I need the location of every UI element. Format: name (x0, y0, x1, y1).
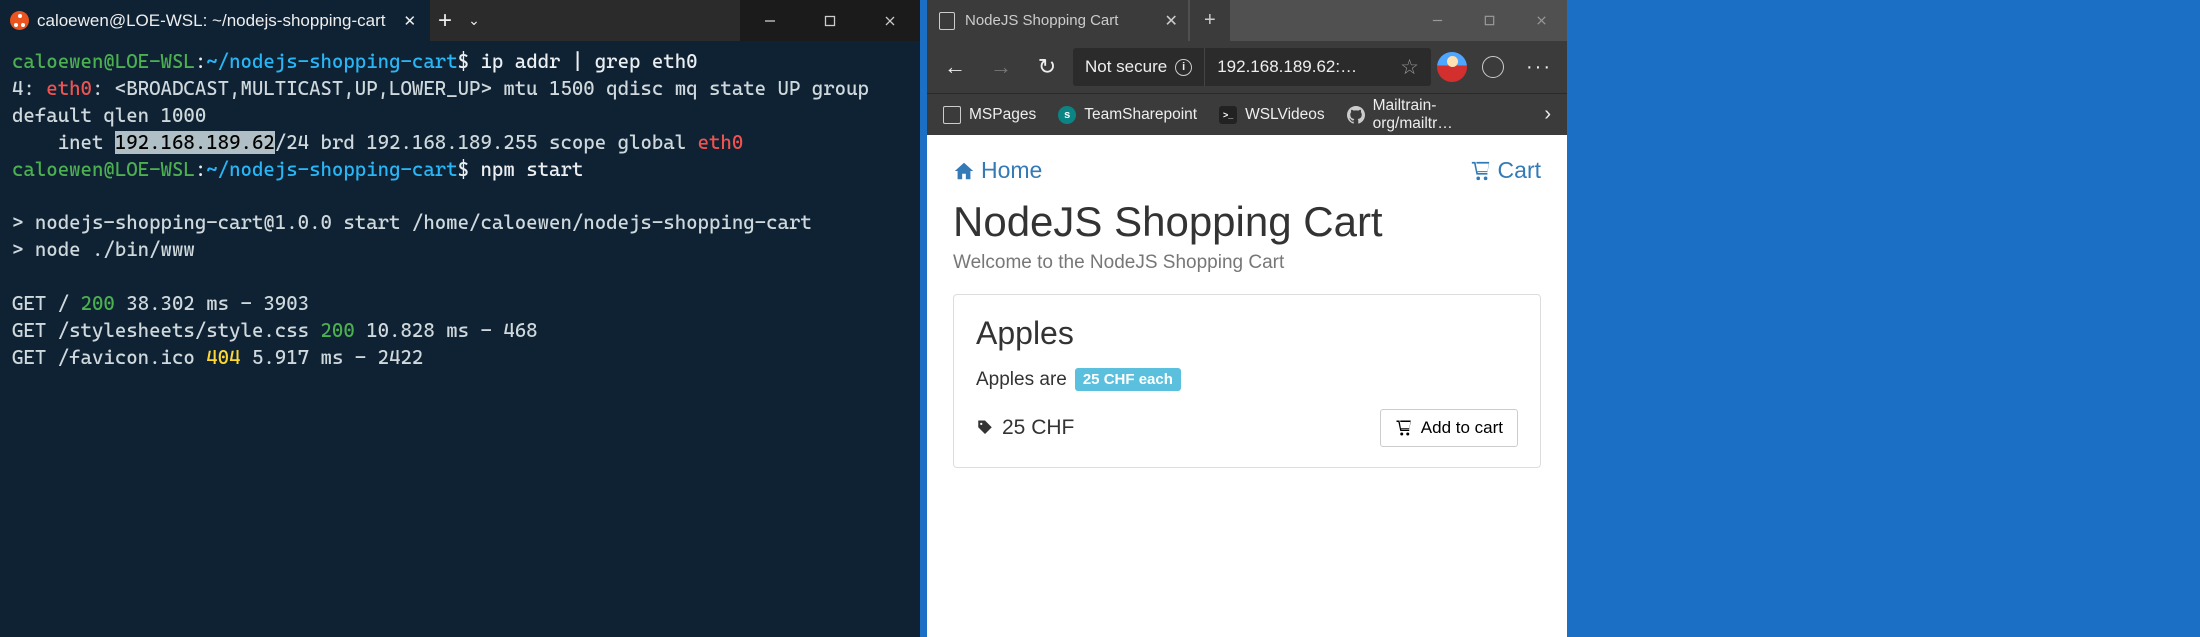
page-viewport[interactable]: Home Cart NodeJS Shopping Cart Welcome t… (927, 135, 1567, 637)
product-description: Apples are 25 CHF each (976, 368, 1518, 391)
page-icon (939, 12, 955, 30)
folder-icon (943, 106, 961, 124)
tab-dropdown-button[interactable]: ⌄ (468, 12, 480, 29)
feedback-button[interactable] (1473, 47, 1513, 87)
window-controls (740, 0, 920, 41)
terminal-titlebar: caloewen@LOE-WSL: ~/nodejs-shopping-cart… (0, 0, 920, 41)
terminal-tab-title: caloewen@LOE-WSL: ~/nodejs-shopping-cart (37, 11, 385, 31)
cart-link[interactable]: Cart (1470, 157, 1541, 184)
reload-button[interactable]: ↻ (1027, 47, 1067, 87)
add-to-cart-button[interactable]: Add to cart (1380, 409, 1518, 447)
new-tab-button[interactable]: + (1190, 0, 1230, 41)
security-badge[interactable]: Not secure i (1073, 48, 1205, 86)
maximize-button[interactable] (800, 0, 860, 41)
sharepoint-icon: s (1058, 106, 1076, 124)
product-card: Apples Apples are 25 CHF each 25 CHF Add… (953, 294, 1541, 468)
bookmarks-overflow-button[interactable]: › (1536, 103, 1559, 126)
menu-button[interactable]: ··· (1519, 47, 1559, 87)
window-controls (1411, 0, 1567, 41)
tag-icon (976, 419, 994, 437)
product-name: Apples (976, 315, 1518, 352)
tab-close-button[interactable]: ✕ (1164, 11, 1177, 31)
bookmark-mailtrain[interactable]: Mailtrain-org/mailtr… (1339, 97, 1525, 133)
browser-titlebar: NodeJS Shopping Cart ✕ + (927, 0, 1567, 41)
github-icon (1347, 106, 1365, 124)
profile-avatar[interactable] (1437, 52, 1467, 82)
forward-button[interactable]: → (981, 47, 1021, 87)
bookmarks-bar: MSPages sTeamSharepoint >_WSLVideos Mail… (927, 93, 1567, 135)
cart-icon (1470, 160, 1492, 182)
browser-tab[interactable]: NodeJS Shopping Cart ✕ (927, 0, 1188, 41)
favorite-button[interactable]: ☆ (1400, 55, 1419, 80)
page-content: Home Cart NodeJS Shopping Cart Welcome t… (927, 135, 1567, 490)
terminal-body[interactable]: caloewen@LOE-WSL:~/nodejs-shopping-cart$… (0, 41, 920, 637)
product-price: 25 CHF (976, 416, 1074, 440)
page-navbar: Home Cart (953, 157, 1541, 184)
smile-icon (1482, 56, 1504, 78)
browser-window: NodeJS Shopping Cart ✕ + ← → ↻ Not secur… (927, 0, 1567, 637)
browser-tab-title: NodeJS Shopping Cart (965, 12, 1118, 29)
ubuntu-icon (10, 11, 29, 30)
address-bar[interactable]: Not secure i 192.168.189.62:… ☆ (1073, 48, 1431, 86)
price-badge: 25 CHF each (1075, 368, 1181, 391)
terminal-tab[interactable]: caloewen@LOE-WSL: ~/nodejs-shopping-cart… (0, 0, 430, 41)
dots-icon: ··· (1526, 56, 1552, 79)
bookmark-mspages[interactable]: MSPages (935, 106, 1044, 124)
maximize-button[interactable] (1463, 0, 1515, 41)
minimize-button[interactable] (1411, 0, 1463, 41)
bookmark-sharepoint[interactable]: sTeamSharepoint (1050, 106, 1205, 124)
minimize-button[interactable] (740, 0, 800, 41)
close-window-button[interactable] (860, 0, 920, 41)
url-text[interactable]: 192.168.189.62:… (1205, 48, 1388, 86)
wsl-icon: >_ (1219, 106, 1237, 124)
close-window-button[interactable] (1515, 0, 1567, 41)
cart-icon (1395, 419, 1413, 437)
back-button[interactable]: ← (935, 47, 975, 87)
page-subtitle: Welcome to the NodeJS Shopping Cart (953, 252, 1541, 274)
terminal-tabbar-spacer: + ⌄ (430, 0, 740, 41)
command: npm start (480, 158, 583, 181)
prompt-path: ~/nodejs-shopping-cart (206, 50, 457, 73)
browser-toolbar: ← → ↻ Not secure i 192.168.189.62:… ☆ ··… (927, 41, 1567, 93)
bookmark-wslvideos[interactable]: >_WSLVideos (1211, 106, 1333, 124)
terminal-window: caloewen@LOE-WSL: ~/nodejs-shopping-cart… (0, 0, 920, 637)
home-link[interactable]: Home (953, 157, 1042, 184)
home-icon (953, 160, 975, 182)
page-title: NodeJS Shopping Cart (953, 198, 1541, 246)
prompt-user: caloewen@LOE-WSL (12, 50, 195, 73)
command: ip addr | grep eth0 (480, 50, 697, 73)
info-icon: i (1175, 59, 1192, 76)
new-tab-button[interactable]: + (438, 7, 452, 35)
tab-close-button[interactable]: ✕ (403, 12, 416, 30)
ip-selection: 192.168.189.62 (115, 131, 275, 154)
